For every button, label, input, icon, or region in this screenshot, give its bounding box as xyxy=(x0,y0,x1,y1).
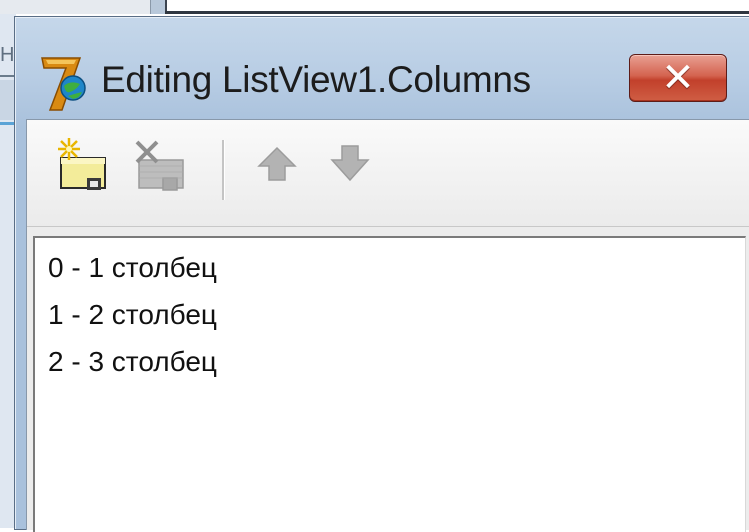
background-text-fragment: Н xyxy=(0,44,15,66)
background-divider xyxy=(165,11,749,14)
toolbar xyxy=(27,120,749,227)
add-new-icon[interactable] xyxy=(55,134,115,194)
delete-icon[interactable] xyxy=(131,134,191,194)
close-icon: ✕ xyxy=(661,55,695,101)
background-toolbar-strip xyxy=(0,0,749,14)
collection-editor-dialog: Editing ListView1.Columns ✕ 0 - 1 столбе… xyxy=(14,16,749,532)
move-down-arrow-icon[interactable] xyxy=(320,134,380,194)
toolbar-separator xyxy=(222,140,225,200)
delphi-app-icon xyxy=(41,57,86,111)
columns-list[interactable]: 0 - 1 столбец 1 - 2 столбец 2 - 3 столбе… xyxy=(33,236,746,532)
title-bar[interactable]: Editing ListView1.Columns ✕ xyxy=(15,17,749,117)
list-item[interactable]: 2 - 3 столбец xyxy=(48,346,217,378)
move-up-arrow-icon[interactable] xyxy=(247,134,307,194)
close-button[interactable]: ✕ xyxy=(629,54,727,102)
window-title: Editing ListView1.Columns xyxy=(101,59,531,100)
background-panel xyxy=(0,0,151,14)
client-area: 0 - 1 столбец 1 - 2 столбец 2 - 3 столбе… xyxy=(26,119,749,532)
list-item[interactable]: 0 - 1 столбец xyxy=(48,252,217,284)
list-item[interactable]: 1 - 2 столбец xyxy=(48,299,217,331)
